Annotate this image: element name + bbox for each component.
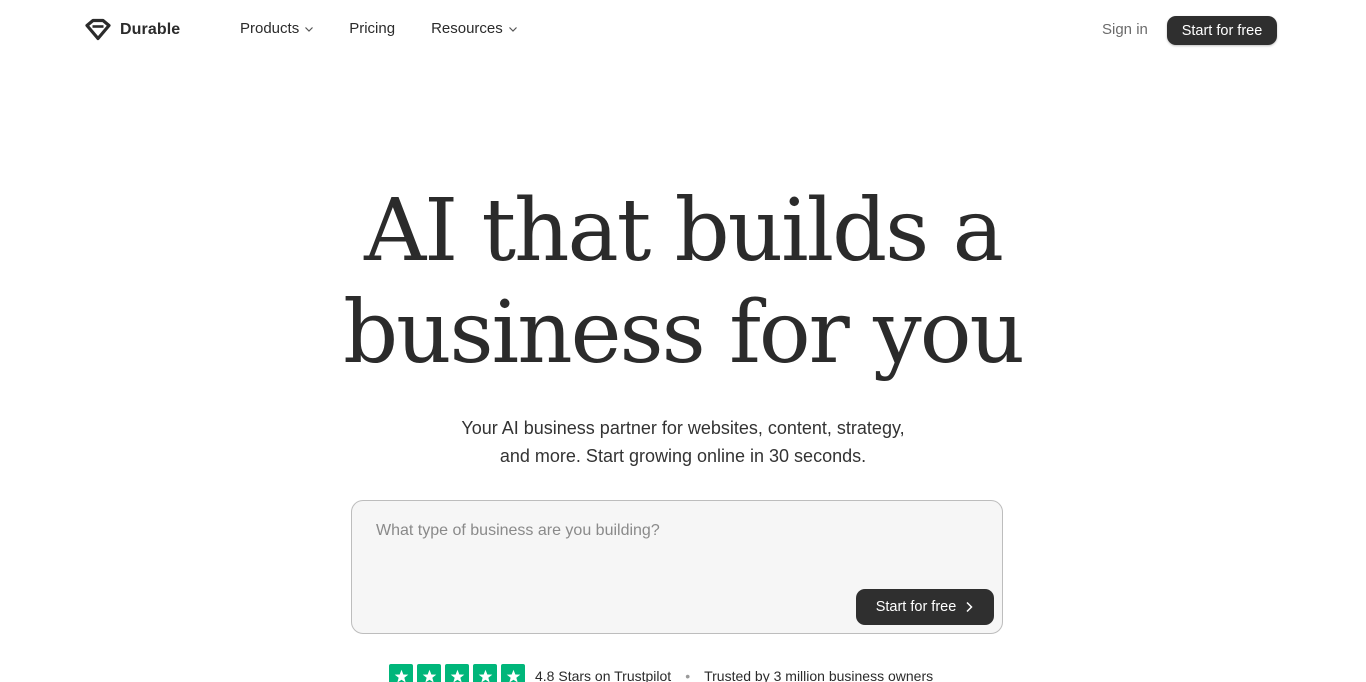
- prompt-start-for-free-button[interactable]: Start for free: [856, 589, 994, 625]
- prompt-cta-label: Start for free: [875, 599, 957, 615]
- nav-products[interactable]: Products: [240, 20, 314, 37]
- hero-subtitle-line-1: Your AI business partner for websites, c…: [461, 418, 905, 438]
- separator-dot: •: [685, 668, 691, 682]
- star-icon: [501, 664, 525, 682]
- star-icon: [473, 664, 497, 682]
- nav-resources-label: Resources: [431, 20, 503, 37]
- hero-title-line-2: business for you: [343, 283, 1025, 383]
- star-icon: [445, 664, 469, 682]
- business-prompt-box[interactable]: Start for free: [351, 500, 1003, 634]
- hero-title: AI that builds a business for you: [0, 180, 1366, 384]
- chevron-down-icon: [508, 24, 518, 34]
- top-navigation: Durable Products Pricing Resources Sign …: [0, 0, 1366, 62]
- brand-logo[interactable]: Durable: [84, 18, 180, 42]
- brand-name: Durable: [120, 21, 181, 38]
- start-for-free-button[interactable]: Start for free: [1167, 16, 1277, 45]
- nav-products-label: Products: [240, 20, 300, 37]
- nav-pricing[interactable]: Pricing: [349, 20, 395, 37]
- durable-logo-icon: [84, 18, 112, 42]
- trusted-by-text: Trusted by 3 million business owners: [704, 668, 934, 682]
- hero-title-line-1: AI that builds a: [364, 181, 1004, 281]
- landing-page: Durable Products Pricing Resources Sign …: [0, 0, 1366, 682]
- nav-pricing-label: Pricing: [349, 20, 396, 37]
- chevron-right-icon: [964, 601, 974, 613]
- hero-subtitle-line-2: and more. Start growing online in 30 sec…: [499, 446, 867, 466]
- nav-links: Products Pricing Resources: [240, 20, 518, 37]
- trustpilot-stars: [389, 664, 525, 682]
- trust-bar: 4.8 Stars on Trustpilot • Trusted by 3 m…: [389, 664, 933, 682]
- trustpilot-rating[interactable]: 4.8 Stars on Trustpilot: [535, 668, 671, 682]
- hero-subtitle: Your AI business partner for websites, c…: [383, 414, 983, 470]
- star-icon: [389, 664, 413, 682]
- business-type-input[interactable]: [376, 519, 976, 543]
- star-icon: [417, 664, 441, 682]
- nav-resources[interactable]: Resources: [431, 20, 518, 37]
- chevron-down-icon: [304, 24, 314, 34]
- sign-in-link[interactable]: Sign in: [1102, 21, 1148, 38]
